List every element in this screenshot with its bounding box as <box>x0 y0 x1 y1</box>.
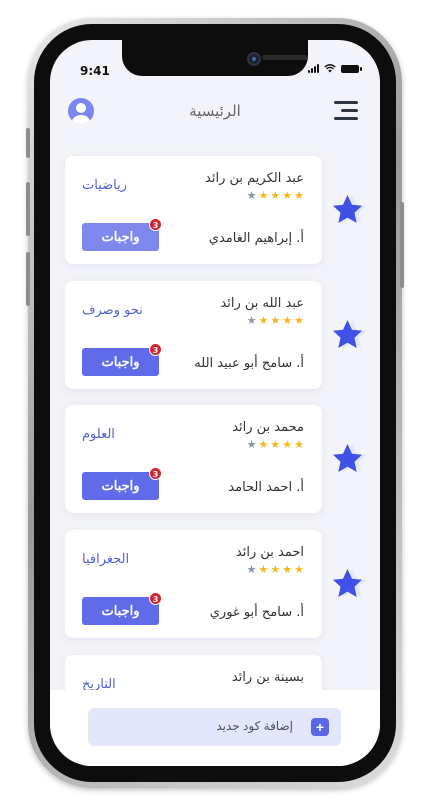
student-name: بسينة بن رائد <box>231 670 304 685</box>
camera <box>247 52 261 66</box>
app-header: الرئيسية <box>50 94 380 130</box>
star-filled-icon: ★ <box>258 563 269 576</box>
rating-stars: ★ ★ ★ ★ ★ <box>247 439 304 451</box>
student-card[interactable]: محمد بن رائد ★ ★ ★ ★ ★ العلوم أ. احمد ال… <box>65 405 322 513</box>
star-filled-icon: ★ <box>294 438 304 451</box>
notification-badge: 3 <box>149 467 162 480</box>
notification-badge: 3 <box>149 592 162 605</box>
student-card[interactable]: عبد الكريم بن رائد ★ ★ ★ ★ ★ رياضيات أ. … <box>65 156 322 264</box>
notch <box>122 40 308 76</box>
signal-icon <box>308 64 319 73</box>
teacher-name: أ. سامح أبو عبيد الله <box>194 356 304 371</box>
homework-button[interactable]: واجبات <box>82 597 159 625</box>
star-filled-icon: ★ <box>270 563 281 576</box>
mute-switch <box>26 128 30 158</box>
list-item: محمد بن رائد ★ ★ ★ ★ ★ العلوم أ. احمد ال… <box>50 405 380 513</box>
menu-icon[interactable] <box>334 101 358 121</box>
student-name: عبد الكريم بن رائد <box>205 171 304 186</box>
student-name: احمد بن رائد <box>235 545 304 560</box>
teacher-name: أ. احمد الحامد <box>228 480 304 495</box>
list-item: عبد الكريم بن رائد ★ ★ ★ ★ ★ رياضيات أ. … <box>50 156 380 264</box>
speaker <box>262 55 308 60</box>
star-filled-icon: ★ <box>258 438 269 451</box>
student-card[interactable]: عبد الله بن رائد ★ ★ ★ ★ ★ نحو وصرف أ. س… <box>65 281 322 389</box>
status-time: 9:41 <box>80 64 110 78</box>
star-empty-icon: ★ <box>246 314 257 327</box>
star-filled-icon: ★ <box>270 314 281 327</box>
star-filled-icon: ★ <box>270 438 281 451</box>
star-empty-icon: ★ <box>246 438 257 451</box>
favorite-star-icon[interactable] <box>332 566 368 602</box>
rating-stars: ★ ★ ★ ★ ★ <box>247 190 304 202</box>
subject-label: العلوم <box>82 427 115 442</box>
student-name: محمد بن رائد <box>232 420 304 435</box>
star-filled-icon: ★ <box>282 563 293 576</box>
page-title: الرئيسية <box>189 102 241 120</box>
subject-label: نحو وصرف <box>82 303 143 318</box>
star-filled-icon: ★ <box>258 189 269 202</box>
list-item: عبد الله بن رائد ★ ★ ★ ★ ★ نحو وصرف أ. س… <box>50 281 380 389</box>
plus-icon: + <box>311 718 329 736</box>
rating-stars: ★ ★ ★ ★ ★ <box>247 315 304 327</box>
notification-badge: 3 <box>149 343 162 356</box>
star-filled-icon: ★ <box>294 314 304 327</box>
battery-icon <box>341 65 362 73</box>
volume-up-button <box>26 182 30 236</box>
star-filled-icon: ★ <box>294 563 304 576</box>
star-filled-icon: ★ <box>282 314 293 327</box>
star-empty-icon: ★ <box>246 563 257 576</box>
favorite-star-icon[interactable] <box>332 441 368 477</box>
homework-button[interactable]: واجبات <box>82 348 159 376</box>
star-filled-icon: ★ <box>270 189 281 202</box>
favorite-star-icon[interactable] <box>332 317 368 353</box>
volume-down-button <box>26 252 30 306</box>
app-screen: 9:41 الرئيسية عبد الكريم بن رائد ★ ★ ★ ★… <box>50 40 380 766</box>
star-filled-icon: ★ <box>282 438 293 451</box>
bottom-bar: + إضافة كود جديد <box>50 690 380 766</box>
star-empty-icon: ★ <box>246 189 257 202</box>
star-filled-icon: ★ <box>294 189 304 202</box>
wifi-icon <box>324 64 336 73</box>
teacher-name: أ. سامح أبو غوري <box>209 605 304 620</box>
list-item: احمد بن رائد ★ ★ ★ ★ ★ الجغرافيا أ. سامح… <box>50 530 380 638</box>
student-card[interactable]: احمد بن رائد ★ ★ ★ ★ ★ الجغرافيا أ. سامح… <box>65 530 322 638</box>
subject-label: رياضيات <box>82 178 128 193</box>
homework-button[interactable]: واجبات <box>82 223 159 251</box>
add-code-button[interactable]: + إضافة كود جديد <box>88 708 341 746</box>
favorite-star-icon[interactable] <box>332 192 368 228</box>
notification-badge: 3 <box>149 218 162 231</box>
power-button <box>400 202 404 288</box>
star-filled-icon: ★ <box>258 314 269 327</box>
star-filled-icon: ★ <box>282 189 293 202</box>
rating-stars: ★ ★ ★ ★ ★ <box>247 564 304 576</box>
teacher-name: أ. إبراهيم الغامدي <box>208 231 304 246</box>
status-icons <box>308 64 362 73</box>
subject-label: الجغرافيا <box>82 552 130 567</box>
add-code-label: إضافة كود جديد <box>216 719 293 733</box>
homework-button[interactable]: واجبات <box>82 472 159 500</box>
student-name: عبد الله بن رائد <box>220 296 304 311</box>
